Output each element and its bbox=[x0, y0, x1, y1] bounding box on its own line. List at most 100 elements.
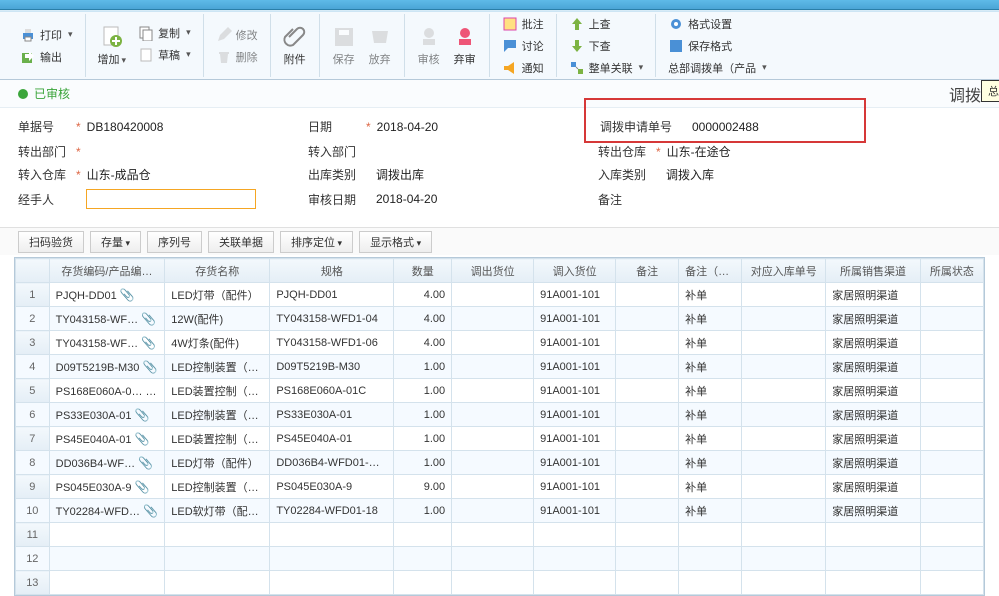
cell-relin[interactable] bbox=[742, 427, 826, 451]
cell-relin[interactable] bbox=[742, 571, 826, 595]
cell-inloc[interactable]: 91A001-101 bbox=[534, 355, 616, 379]
table-row[interactable]: 6PS33E030A-01 📎LED控制装置（…PS33E030A-011.00… bbox=[16, 403, 984, 427]
cell-note[interactable] bbox=[616, 379, 679, 403]
cell-inloc[interactable]: 91A001-101 bbox=[534, 307, 616, 331]
next-button[interactable]: 下查 bbox=[565, 36, 648, 56]
table-row[interactable]: 8DD036B4-WF… 📎LED灯带（配件）DD036B4-WFD01-…1.… bbox=[16, 451, 984, 475]
cell-status[interactable] bbox=[920, 523, 983, 547]
cell-name[interactable]: LED控制装置（… bbox=[165, 403, 270, 427]
cell-status[interactable] bbox=[920, 547, 983, 571]
print-button[interactable]: 打印▾ bbox=[16, 25, 77, 45]
approve-button[interactable]: 批注 bbox=[498, 14, 548, 34]
cell-qty[interactable]: 4.00 bbox=[394, 307, 452, 331]
cell-status[interactable] bbox=[920, 499, 983, 523]
table-row[interactable]: 10TY02284-WFD… 📎LED软灯带（配…TY02284-WFD01-1… bbox=[16, 499, 984, 523]
cell-status[interactable] bbox=[920, 379, 983, 403]
cell-channel[interactable]: 家居照明渠道 bbox=[826, 427, 921, 451]
cell-outloc[interactable] bbox=[452, 379, 534, 403]
copy-button[interactable]: 复制▾ bbox=[134, 23, 195, 43]
cell-note[interactable] bbox=[616, 523, 679, 547]
cell-relin[interactable] bbox=[742, 523, 826, 547]
cell-stop[interactable]: 补单 bbox=[679, 331, 742, 355]
cell-relin[interactable] bbox=[742, 307, 826, 331]
serial-button[interactable]: 序列号 bbox=[147, 231, 202, 253]
related-button[interactable]: 整单关联▾ bbox=[565, 58, 648, 78]
cell-relin[interactable] bbox=[742, 475, 826, 499]
cell-inloc[interactable]: 91A001-101 bbox=[534, 427, 616, 451]
cell-relin[interactable] bbox=[742, 547, 826, 571]
cell-name[interactable]: LED控制装置（… bbox=[165, 475, 270, 499]
table-row[interactable]: 11 bbox=[16, 523, 984, 547]
fmt-button[interactable]: 格式设置 bbox=[664, 14, 771, 34]
attach-button[interactable]: 附件 bbox=[279, 23, 311, 69]
cell-name[interactable]: LED软灯带（配… bbox=[165, 499, 270, 523]
cell-spec[interactable]: TY043158-WFD1-06 bbox=[270, 331, 394, 355]
cell-relin[interactable] bbox=[742, 283, 826, 307]
cell-outloc[interactable] bbox=[452, 571, 534, 595]
cell-spec[interactable]: PS33E030A-01 bbox=[270, 403, 394, 427]
scan-button[interactable]: 扫码验货 bbox=[18, 231, 84, 253]
cell-qty[interactable] bbox=[394, 523, 452, 547]
cell-note[interactable] bbox=[616, 403, 679, 427]
cell-qty[interactable]: 1.00 bbox=[394, 451, 452, 475]
cell-spec[interactable]: PS045E030A-9 bbox=[270, 475, 394, 499]
cell-status[interactable] bbox=[920, 571, 983, 595]
display-button[interactable]: 显示格式 bbox=[359, 231, 432, 253]
submit-button[interactable]: 弃审 bbox=[449, 23, 481, 69]
cell-code[interactable]: TY02284-WFD… 📎 bbox=[49, 499, 165, 523]
table-row[interactable]: 13 bbox=[16, 571, 984, 595]
discuss-button[interactable]: 讨论 bbox=[498, 36, 548, 56]
cell-outloc[interactable] bbox=[452, 403, 534, 427]
cell-spec[interactable]: PJQH-DD01 bbox=[270, 283, 394, 307]
cell-channel[interactable] bbox=[826, 523, 921, 547]
cell-outloc[interactable] bbox=[452, 451, 534, 475]
col-outloc[interactable]: 调出货位 bbox=[452, 259, 534, 283]
table-row[interactable]: 4D09T5219B-M30 📎LED控制装置（…D09T5219B-M301.… bbox=[16, 355, 984, 379]
cell-qty[interactable]: 1.00 bbox=[394, 355, 452, 379]
cell-spec[interactable]: DD036B4-WFD01-… bbox=[270, 451, 394, 475]
col-channel[interactable]: 所属销售渠道 bbox=[826, 259, 921, 283]
cell-note[interactable] bbox=[616, 547, 679, 571]
cell-outloc[interactable] bbox=[452, 499, 534, 523]
cell-stop[interactable]: 补单 bbox=[679, 451, 742, 475]
cell-note[interactable] bbox=[616, 331, 679, 355]
sort-button[interactable]: 排序定位 bbox=[280, 231, 353, 253]
save-button[interactable]: 保存 bbox=[328, 23, 360, 69]
open-button[interactable]: 放弃 bbox=[364, 23, 396, 69]
cell-inloc[interactable]: 91A001-101 bbox=[534, 499, 616, 523]
stock-button[interactable]: 存量 bbox=[90, 231, 141, 253]
cell-name[interactable] bbox=[165, 571, 270, 595]
cell-channel[interactable]: 家居照明渠道 bbox=[826, 379, 921, 403]
cell-inloc[interactable]: 91A001-101 bbox=[534, 331, 616, 355]
cell-qty[interactable]: 1.00 bbox=[394, 379, 452, 403]
cell-code[interactable]: PS45E040A-01 📎 bbox=[49, 427, 165, 451]
cell-code[interactable] bbox=[49, 523, 165, 547]
cell-stop[interactable]: 补单 bbox=[679, 499, 742, 523]
cell-stop[interactable]: 补单 bbox=[679, 379, 742, 403]
cell-code[interactable] bbox=[49, 571, 165, 595]
cell-qty[interactable]: 1.00 bbox=[394, 403, 452, 427]
cell-note[interactable] bbox=[616, 307, 679, 331]
cell-relin[interactable] bbox=[742, 379, 826, 403]
col-note[interactable]: 备注 bbox=[616, 259, 679, 283]
cell-stop[interactable] bbox=[679, 523, 742, 547]
cell-outloc[interactable] bbox=[452, 307, 534, 331]
cell-code[interactable]: DD036B4-WF… 📎 bbox=[49, 451, 165, 475]
cell-qty[interactable]: 4.00 bbox=[394, 331, 452, 355]
cell-name[interactable] bbox=[165, 523, 270, 547]
cell-note[interactable] bbox=[616, 355, 679, 379]
cell-qty[interactable]: 1.00 bbox=[394, 427, 452, 451]
modify-button[interactable]: 修改 bbox=[212, 25, 262, 45]
col-spec[interactable]: 规格 bbox=[270, 259, 394, 283]
cell-spec[interactable]: PS168E060A-01C bbox=[270, 379, 394, 403]
col-name[interactable]: 存货名称 bbox=[165, 259, 270, 283]
cell-relin[interactable] bbox=[742, 451, 826, 475]
cell-note[interactable] bbox=[616, 427, 679, 451]
cell-spec[interactable]: TY02284-WFD01-18 bbox=[270, 499, 394, 523]
cell-channel[interactable]: 家居照明渠道 bbox=[826, 499, 921, 523]
cell-outloc[interactable] bbox=[452, 475, 534, 499]
cell-channel[interactable]: 家居照明渠道 bbox=[826, 283, 921, 307]
output-button[interactable]: 输出 bbox=[16, 47, 77, 67]
cell-relin[interactable] bbox=[742, 331, 826, 355]
audit-button[interactable]: 审核 bbox=[413, 23, 445, 69]
